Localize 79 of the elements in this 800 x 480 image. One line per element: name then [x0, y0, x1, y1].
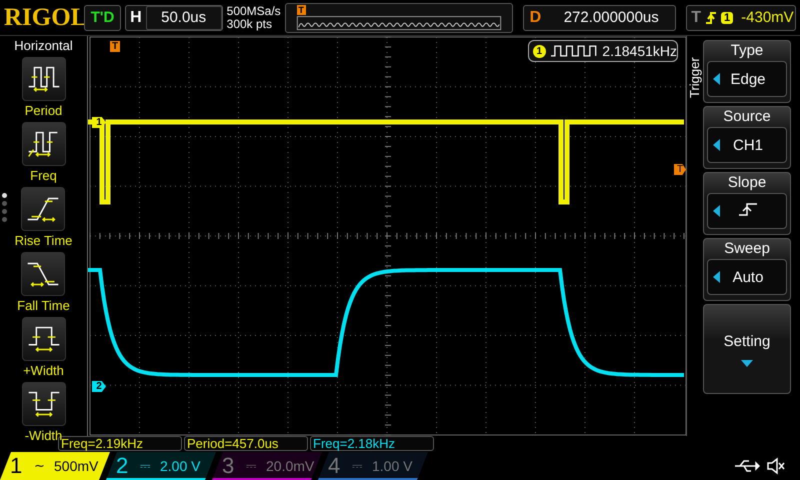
trigger-source: 1: [721, 12, 734, 24]
measure-label: Freq: [30, 168, 57, 185]
measure-label: Rise Time: [14, 233, 72, 250]
channel-number: 4: [328, 453, 342, 479]
channel-number: 3: [222, 453, 236, 479]
counter-channel: 1: [533, 44, 546, 58]
channel-scale: 2.00 V: [160, 458, 200, 474]
page-dot[interactable]: [2, 217, 7, 222]
coupling-symbol: ⎓: [352, 458, 363, 474]
page-dot[interactable]: [2, 193, 7, 198]
trigger-level[interactable]: -430mV: [737, 9, 794, 26]
menu-option[interactable]: Slope: [703, 172, 791, 235]
square-wave-icon: [550, 45, 598, 57]
menu-option[interactable]: Source CH1: [703, 106, 791, 169]
trigger-status: T'D: [84, 4, 122, 30]
channel-marker[interactable]: 2: [92, 381, 106, 392]
delay-value[interactable]: 272.000000us: [547, 9, 676, 26]
delay-label: D: [528, 8, 542, 26]
rising-edge-icon: [705, 10, 718, 26]
measurement-readout: Freq=2.18kHz: [310, 436, 434, 451]
option-label: Sweep: [724, 239, 770, 259]
sample-rate: 500MSa/s: [226, 4, 281, 18]
measure-label: +Width: [23, 363, 64, 380]
left-arrow-icon: [713, 271, 720, 283]
menu-title: Trigger: [687, 56, 703, 98]
option-label: Source: [723, 107, 771, 127]
option-value: CH1: [732, 136, 764, 154]
down-arrow-icon: [741, 360, 753, 366]
rising-edge-icon: [738, 202, 758, 216]
channel-tab[interactable]: 1 ~ 500mV: [0, 452, 110, 480]
page-dot[interactable]: [2, 209, 7, 214]
coupling-symbol: ⎓: [140, 458, 151, 474]
channel-marker[interactable]: 1: [92, 117, 106, 128]
channel-scale: 1.00 V: [372, 458, 412, 474]
speaker-muted-icon: [766, 457, 786, 475]
memory-depth: 300k pts: [226, 18, 274, 30]
option-value: Auto: [732, 268, 764, 286]
measure-button[interactable]: [22, 382, 66, 426]
channel-tab[interactable]: 3 ⎓ 20.0mV: [212, 452, 322, 480]
timebase-label: H: [129, 8, 143, 26]
measure-button[interactable]: [21, 187, 66, 231]
measure-button[interactable]: [22, 122, 66, 166]
left-arrow-icon: [713, 139, 720, 151]
coupling-symbol: ⎓: [246, 458, 257, 474]
menu-option[interactable]: Sweep Auto: [703, 238, 791, 301]
position-marker: T: [296, 4, 306, 14]
coupling-symbol: ~: [34, 458, 46, 474]
timebase-value[interactable]: 50.0us: [146, 6, 222, 30]
setting-button[interactable]: Setting: [703, 304, 791, 394]
trigger-label: T: [691, 8, 702, 26]
channel-scale: 500mV: [54, 458, 98, 474]
left-arrow-icon: [713, 73, 720, 85]
option-label: Type: [730, 41, 764, 61]
option-value: Edge: [729, 70, 767, 88]
measure-button[interactable]: [22, 317, 66, 361]
menu-option[interactable]: Type Edge: [703, 40, 791, 103]
channel-number: 1: [10, 453, 24, 479]
option-value-field[interactable]: Edge: [707, 61, 787, 97]
option-value-field[interactable]: [707, 193, 787, 229]
measure-button[interactable]: [21, 252, 66, 296]
trigger-level-marker[interactable]: T: [674, 164, 686, 175]
usb-icon: [734, 459, 760, 473]
trigger-position-marker: T: [110, 41, 120, 52]
measurement-readout: Period=457.0us: [184, 436, 308, 451]
measurement-readout: Freq=2.19kHz: [58, 436, 182, 451]
option-label: Slope: [728, 173, 766, 193]
channel-tab[interactable]: 2 ⎓ 2.00 V: [106, 452, 216, 480]
channel-scale: 20.0mV: [266, 458, 314, 474]
measure-label: Fall Time: [17, 298, 70, 315]
option-value-field[interactable]: CH1: [707, 127, 787, 163]
counter-value: 2.18451kHz: [602, 43, 677, 59]
channel-number: 2: [116, 453, 130, 479]
channel-tab[interactable]: 4 ⎓ 1.00 V: [318, 452, 428, 480]
left-arrow-icon: [713, 205, 720, 217]
menu-title: Horizontal: [14, 38, 73, 53]
measure-label: Period: [24, 103, 62, 120]
measure-button[interactable]: [22, 57, 66, 101]
option-value-field[interactable]: Auto: [707, 259, 787, 295]
page-dot[interactable]: [2, 201, 7, 206]
